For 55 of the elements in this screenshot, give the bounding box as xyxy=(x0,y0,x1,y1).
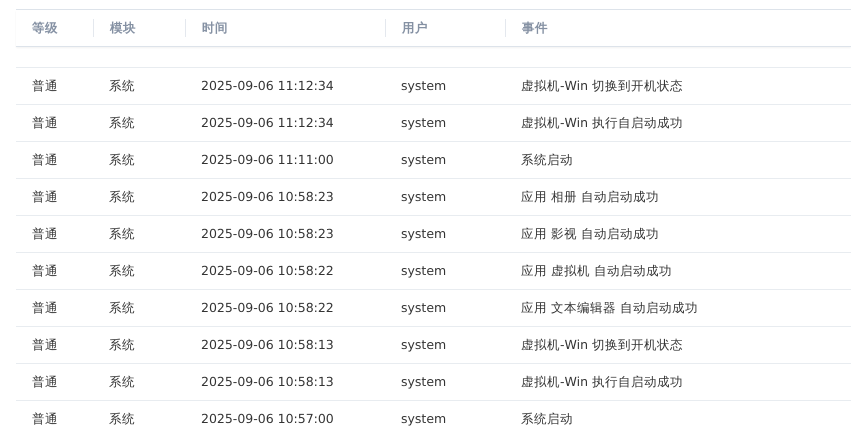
table-cell: 2025-09-06 10:58:22 xyxy=(201,263,334,278)
table-cell: 2025-09-06 10:58:13 xyxy=(201,337,334,352)
table-cell: system xyxy=(401,78,446,93)
table-cell: 虚拟机-Win 执行自启动成功 xyxy=(521,374,683,389)
table-cell: 系统 xyxy=(109,300,135,315)
table-cell: system xyxy=(401,189,446,204)
column-header[interactable]: 用户 xyxy=(402,19,428,37)
table-cell: 应用 文本编辑器 自动启动成功 xyxy=(521,300,698,315)
table-cell: 普通 xyxy=(32,226,58,241)
table-cell: 普通 xyxy=(32,115,58,130)
table-cell: 2025-09-06 10:58:22 xyxy=(201,300,334,315)
table-cell: 虚拟机-Win 切换到开机状态 xyxy=(521,337,683,352)
table-cell: 应用 相册 自动启动成功 xyxy=(521,189,659,204)
table-cell: 2025-09-06 11:12:34 xyxy=(201,78,334,93)
table-cell: 系统 xyxy=(109,263,135,278)
table-cell: 应用 虚拟机 自动启动成功 xyxy=(521,263,672,278)
table-cell: 系统 xyxy=(109,115,135,130)
table-cell: system xyxy=(401,374,446,389)
table-cell: 系统 xyxy=(109,337,135,352)
table-cell: 系统启动 xyxy=(521,152,573,167)
table-cell: 系统 xyxy=(109,374,135,389)
table-cell: system xyxy=(401,115,446,130)
table-cell: 2025-09-06 11:11:00 xyxy=(201,152,334,167)
table-cell: 系统 xyxy=(109,152,135,167)
table-cell: 普通 xyxy=(32,337,58,352)
table-cell: 系统 xyxy=(109,189,135,204)
table-cell: 普通 xyxy=(32,300,58,315)
table-cell: 虚拟机-Win 切换到开机状态 xyxy=(521,78,683,93)
table-cell: 普通 xyxy=(32,411,58,426)
column-header[interactable]: 等级 xyxy=(32,19,58,37)
column-header[interactable]: 时间 xyxy=(202,19,228,37)
table-cell: system xyxy=(401,337,446,352)
table-cell: 应用 影视 自动启动成功 xyxy=(521,226,659,241)
table-cell: system xyxy=(401,300,446,315)
table-cell: 2025-09-06 10:58:23 xyxy=(201,226,334,241)
table-cell: 普通 xyxy=(32,263,58,278)
column-header[interactable]: 模块 xyxy=(110,19,136,37)
table-cell: system xyxy=(401,152,446,167)
table-cell: system xyxy=(401,263,446,278)
table-cell: 2025-09-06 10:58:23 xyxy=(201,189,334,204)
table-cell: 系统 xyxy=(109,78,135,93)
table-cell: 2025-09-06 10:57:00 xyxy=(201,411,334,426)
table-cell: 普通 xyxy=(32,78,58,93)
table-cell: 普通 xyxy=(32,152,58,167)
table-cell: 普通 xyxy=(32,189,58,204)
table-cell: system xyxy=(401,226,446,241)
table-cell: system xyxy=(401,411,446,426)
table-cell: 2025-09-06 11:12:34 xyxy=(201,115,334,130)
table-cell: 2025-09-06 10:58:13 xyxy=(201,374,334,389)
table-cell: 虚拟机-Win 执行自启动成功 xyxy=(521,115,683,130)
table-cell: 系统 xyxy=(109,411,135,426)
table-cell: 普通 xyxy=(32,374,58,389)
table-cell: 系统 xyxy=(109,226,135,241)
column-header[interactable]: 事件 xyxy=(522,19,548,37)
table-cell: 系统启动 xyxy=(521,411,573,426)
